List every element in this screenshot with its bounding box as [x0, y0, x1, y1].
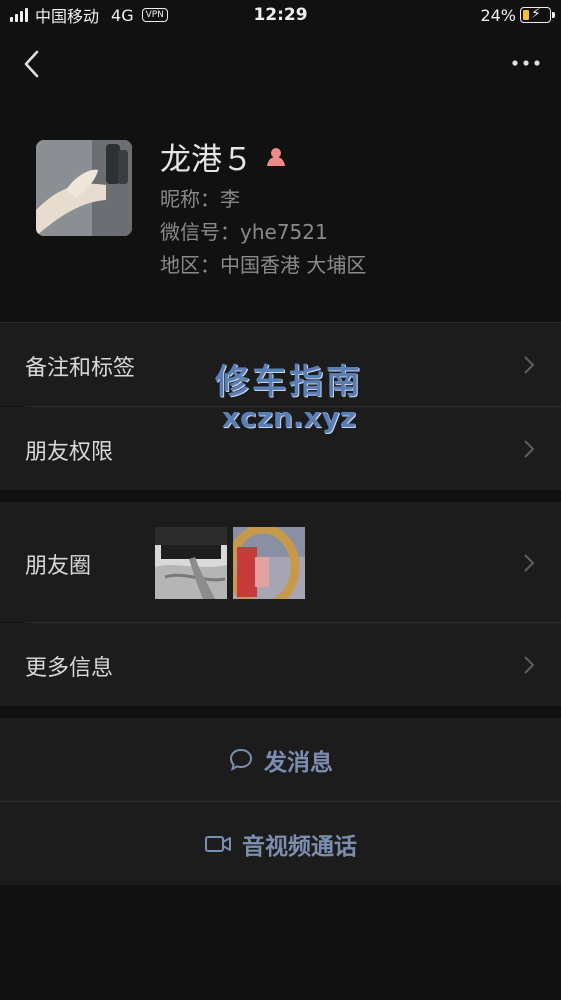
more-info-label: 更多信息: [25, 656, 114, 681]
battery-percentage: 24%: [480, 5, 516, 25]
moments-photo-1: [155, 527, 227, 599]
status-bar: 中国移动 4G VPN 12:29 24% ⚡: [0, 0, 561, 32]
nickname: 昵称：李: [160, 187, 240, 211]
back-button[interactable]: [18, 46, 48, 82]
chat-bubble-icon: [229, 748, 253, 771]
video-call-button[interactable]: 音视频通话: [0, 802, 561, 885]
avatar[interactable]: [36, 140, 132, 236]
remark-tags-label: 备注和标签: [25, 356, 136, 381]
more-dots-icon: [512, 60, 540, 66]
battery-icon: ⚡: [520, 6, 555, 23]
chevron-right-icon: [524, 554, 535, 572]
section-gap: [0, 490, 561, 502]
display-name-text: 龙港５: [160, 142, 253, 178]
moments-photo-2: [233, 527, 305, 599]
chevron-left-icon: [24, 50, 39, 78]
battery-fill: [523, 10, 529, 20]
chevron-right-icon: [524, 440, 535, 458]
video-camera-icon: [205, 835, 231, 852]
chevron-right-icon: [524, 356, 535, 374]
female-icon: [267, 147, 285, 166]
wechat-id: 微信号：yhe7521: [160, 220, 328, 244]
moments-cell[interactable]: 朋友圈: [0, 502, 561, 622]
send-message-label: 发消息: [264, 749, 333, 776]
more-options-button[interactable]: [509, 50, 543, 76]
moments-label: 朋友圈: [25, 554, 92, 579]
contact-profile-page: 中国移动 4G VPN 12:29 24% ⚡ 龙港５ 昵称：李 微信号：yhe…: [0, 0, 561, 1000]
status-time: 12:29: [253, 5, 308, 25]
region: 地区：中国香港 大埔区: [160, 253, 367, 277]
status-right: 24% ⚡: [480, 5, 555, 25]
video-call-label: 音视频通话: [242, 833, 357, 860]
friend-permissions-cell[interactable]: 朋友权限: [0, 407, 561, 490]
send-message-button[interactable]: 发消息: [0, 718, 561, 801]
charging-bolt-icon: ⚡: [531, 6, 541, 22]
chevron-right-icon: [524, 656, 535, 674]
avatar-image: [36, 140, 132, 236]
remark-tags-cell[interactable]: 备注和标签: [0, 323, 561, 406]
section-gap: [0, 706, 561, 718]
friend-permissions-label: 朋友权限: [25, 440, 114, 465]
more-info-cell[interactable]: 更多信息: [0, 623, 561, 706]
display-name: 龙港５: [160, 134, 289, 179]
